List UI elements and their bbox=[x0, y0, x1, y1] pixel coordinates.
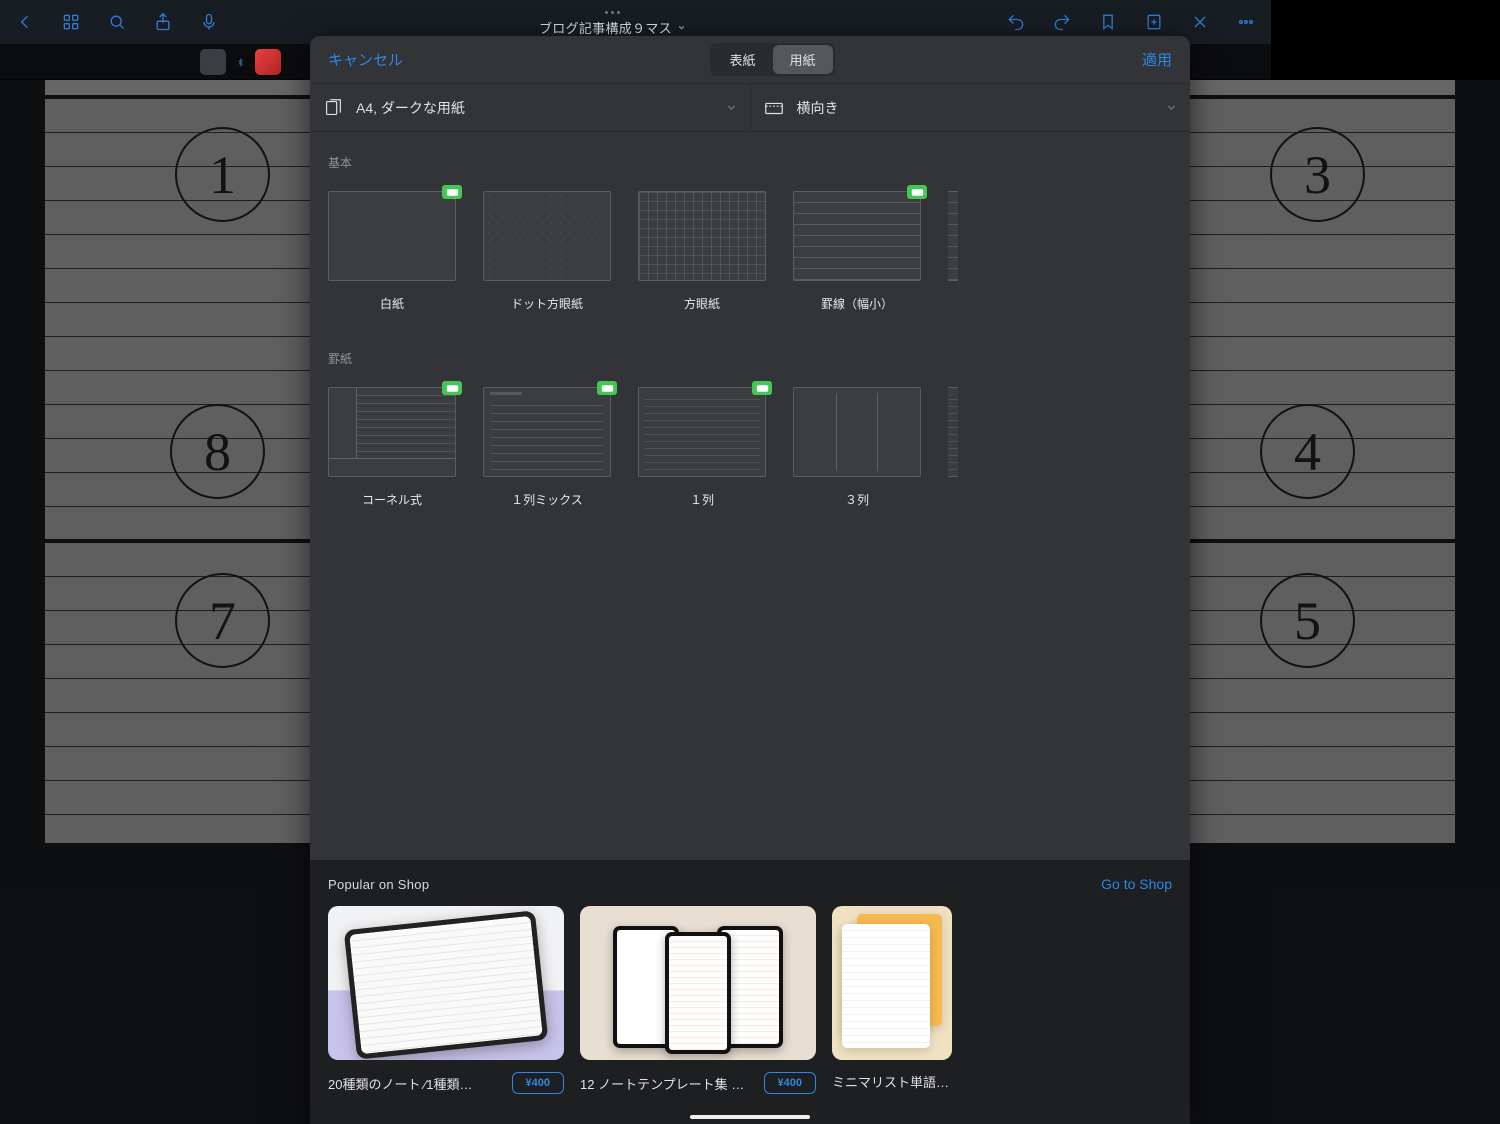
template-1col[interactable]: １列 bbox=[638, 387, 766, 508]
template-grid[interactable]: 方眼紙 bbox=[638, 191, 766, 312]
template-extra-2[interactable] bbox=[948, 387, 958, 508]
handwritten-5: 5 bbox=[1260, 573, 1355, 668]
handwritten-3: 3 bbox=[1270, 127, 1365, 222]
bluetooth-icon bbox=[236, 55, 245, 70]
keyboard-badge-icon bbox=[442, 381, 462, 395]
handwritten-7: 7 bbox=[175, 573, 270, 668]
insert-tool[interactable] bbox=[200, 49, 226, 75]
template-dot-grid[interactable]: ドット方眼紙 bbox=[483, 191, 611, 312]
paper-stack-icon bbox=[322, 97, 344, 119]
shop-item-2[interactable]: 12 ノートテンプレート集 … ¥400 bbox=[580, 906, 816, 1094]
chevron-down-icon bbox=[725, 101, 738, 114]
handwritten-4: 4 bbox=[1260, 404, 1355, 499]
bookmark-icon[interactable] bbox=[1097, 11, 1119, 33]
shop-section: Popular on Shop Go to Shop 20種類のノート ⁄1種類… bbox=[310, 860, 1190, 1124]
search-icon[interactable] bbox=[106, 11, 128, 33]
share-icon[interactable] bbox=[152, 11, 174, 33]
shop-item-3[interactable]: VOCABULARYNOTEBOOK ミニマリスト単語帳 … bbox=[832, 906, 952, 1094]
redo-icon[interactable] bbox=[1051, 11, 1073, 33]
handwritten-8: 8 bbox=[170, 404, 265, 499]
tab-paper[interactable]: 用紙 bbox=[773, 45, 833, 74]
template-1col-mix[interactable]: １列ミックス bbox=[483, 387, 611, 508]
home-indicator[interactable] bbox=[690, 1115, 810, 1119]
shop-item-1[interactable]: 20種類のノート ⁄1種類… ¥400 bbox=[328, 906, 564, 1094]
window-handle-icon[interactable] bbox=[605, 11, 620, 14]
price-button[interactable]: ¥400 bbox=[512, 1072, 564, 1094]
back-icon[interactable] bbox=[14, 11, 36, 33]
pen-tool[interactable] bbox=[255, 49, 281, 75]
cancel-button[interactable]: キャンセル bbox=[328, 49, 403, 70]
orientation-select[interactable]: 横向き bbox=[751, 84, 1191, 131]
template-extra[interactable] bbox=[948, 191, 958, 312]
template-cornell[interactable]: コーネル式 bbox=[328, 387, 456, 508]
keyboard-badge-icon bbox=[442, 185, 462, 199]
go-to-shop-link[interactable]: Go to Shop bbox=[1101, 876, 1172, 892]
section-ruled-label: 罫紙 bbox=[310, 350, 1190, 367]
template-narrow-lines[interactable]: 罫線（幅小） bbox=[793, 191, 921, 312]
undo-icon[interactable] bbox=[1005, 11, 1027, 33]
section-basic-label: 基本 bbox=[310, 132, 1190, 171]
cover-paper-tabs: 表紙 用紙 bbox=[710, 43, 834, 76]
document-title[interactable]: ブログ記事構成９マス bbox=[539, 18, 686, 37]
apply-button[interactable]: 適用 bbox=[1142, 49, 1172, 70]
chevron-down-icon bbox=[1165, 101, 1178, 114]
handwritten-1: 1 bbox=[175, 127, 270, 222]
more-icon[interactable] bbox=[1235, 11, 1257, 33]
price-button[interactable]: ¥400 bbox=[764, 1072, 816, 1094]
keyboard-badge-icon bbox=[597, 381, 617, 395]
paper-format-select[interactable]: A4, ダークな用紙 bbox=[310, 84, 751, 131]
template-3col[interactable]: ３列 bbox=[793, 387, 921, 508]
tab-cover[interactable]: 表紙 bbox=[712, 45, 772, 74]
mic-icon[interactable] bbox=[198, 11, 220, 33]
grid-apps-icon[interactable] bbox=[60, 11, 82, 33]
keyboard-badge-icon bbox=[907, 185, 927, 199]
keyboard-badge-icon bbox=[752, 381, 772, 395]
close-icon[interactable] bbox=[1189, 11, 1211, 33]
shop-popular-label: Popular on Shop bbox=[328, 877, 429, 892]
paper-template-modal: キャンセル 表紙 用紙 適用 A4, ダークな用紙 横向き 基本 白紙 ドット方… bbox=[310, 36, 1190, 1124]
add-page-icon[interactable] bbox=[1143, 11, 1165, 33]
orientation-icon bbox=[763, 97, 785, 119]
template-blank[interactable]: 白紙 bbox=[328, 191, 456, 312]
